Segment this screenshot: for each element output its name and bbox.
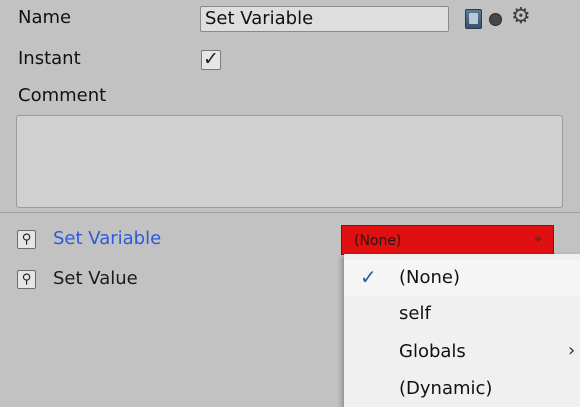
circle-icon[interactable] <box>489 13 502 26</box>
set-variable-label: Set Variable <box>53 228 162 249</box>
name-label: Name <box>18 7 72 28</box>
set-value-search-icon[interactable]: ⚲ <box>17 270 36 289</box>
chevron-right-icon: › <box>568 340 576 361</box>
gear-icon[interactable]: ⚙ <box>511 3 531 31</box>
dropdown-arrow-icon: ÷ <box>534 234 543 245</box>
menu-item-label: (Dynamic) <box>399 378 493 399</box>
instant-label: Instant <box>18 48 81 69</box>
menu-item-label: Globals <box>399 341 466 362</box>
menu-item-self[interactable]: self <box>344 296 580 332</box>
menu-item-globals[interactable]: Globals › <box>344 334 580 370</box>
instant-checkbox[interactable]: ✓ <box>201 50 221 70</box>
set-variable-search-icon[interactable]: ⚲ <box>17 230 36 249</box>
set-value-label: Set Value <box>53 268 138 289</box>
divider <box>0 212 580 213</box>
comment-textarea[interactable] <box>16 115 563 208</box>
variable-dropdown[interactable]: (None) ÷ <box>341 225 554 255</box>
dropdown-selected: (None) <box>354 233 402 249</box>
comment-label: Comment <box>18 85 107 106</box>
check-icon: ✓ <box>360 265 377 289</box>
menu-item-none[interactable]: ✓ (None) <box>344 260 580 296</box>
menu-item-dynamic[interactable]: (Dynamic) <box>344 371 580 407</box>
name-field[interactable]: Set Variable <box>200 6 449 32</box>
book-icon[interactable] <box>465 9 482 29</box>
menu-item-label: (None) <box>399 267 461 288</box>
menu-item-label: self <box>399 303 431 324</box>
dropdown-menu: ✓ (None) self Globals › (Dynamic) <box>344 254 580 407</box>
